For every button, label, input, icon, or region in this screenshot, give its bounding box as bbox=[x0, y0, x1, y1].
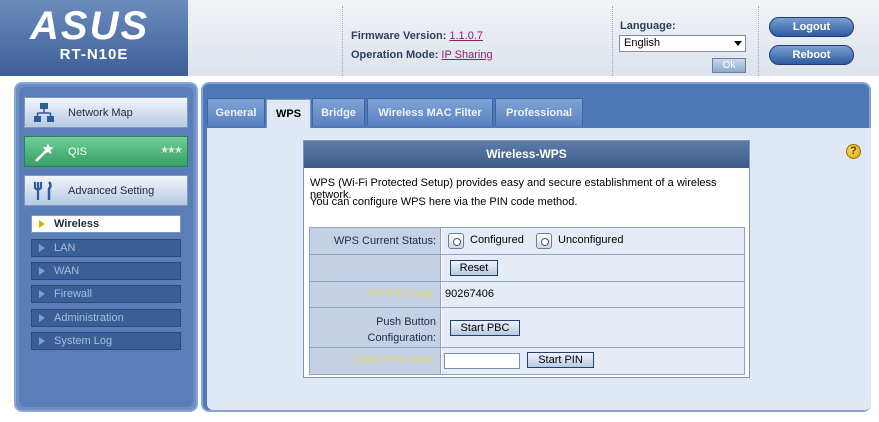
logout-button[interactable]: Logout bbox=[769, 17, 854, 37]
header-divider bbox=[758, 6, 759, 76]
help-icon[interactable]: ? bbox=[846, 144, 861, 159]
router-admin-page: ASUS RT-N10E Firmware Version: 1.1.0.7 Op… bbox=[0, 0, 879, 422]
submenu-label: WAN bbox=[54, 265, 80, 277]
dropdown-arrow-icon bbox=[734, 41, 742, 46]
arrow-right-icon bbox=[39, 267, 45, 275]
submenu-label: Wireless bbox=[54, 218, 100, 230]
push-button-row: Push Button Configuration: Start PBC bbox=[310, 308, 744, 348]
submenu-wan[interactable]: WAN bbox=[31, 262, 181, 280]
client-pin-cell: Start PIN bbox=[442, 348, 744, 374]
menu-label: QIS bbox=[68, 146, 87, 158]
language-ok-button[interactable]: Ok bbox=[712, 58, 746, 73]
submenu-system-log[interactable]: System Log bbox=[31, 332, 181, 350]
arrow-right-icon bbox=[39, 244, 45, 252]
reboot-button[interactable]: Reboot bbox=[769, 45, 854, 65]
firmware-info: Firmware Version: 1.1.0.7 bbox=[351, 30, 483, 42]
operation-mode-label: Operation Mode: bbox=[351, 49, 439, 61]
wps-reset-label-cell bbox=[310, 255, 441, 281]
wps-title: Wireless-WPS bbox=[304, 141, 749, 168]
wps-status-label: WPS Current Status: bbox=[310, 228, 441, 254]
wizard-wand-icon bbox=[35, 143, 54, 162]
configured-label: Configured bbox=[470, 234, 524, 246]
wps-status-value: Configured Unconfigured bbox=[442, 228, 744, 254]
submenu-firewall[interactable]: Firewall bbox=[31, 285, 181, 303]
push-button-cell: Start PBC bbox=[442, 308, 744, 347]
submenu-wireless[interactable]: Wireless bbox=[31, 215, 181, 233]
tab-wps[interactable]: WPS bbox=[266, 99, 311, 128]
ap-pin-label: AP PIN Code: bbox=[367, 288, 436, 300]
menu-qis[interactable]: QIS ★★★ bbox=[24, 136, 188, 167]
ap-pin-label-cell: AP PIN Code: bbox=[310, 282, 441, 307]
language-select[interactable]: English bbox=[619, 35, 746, 52]
firmware-label: Firmware Version: bbox=[351, 30, 447, 42]
client-pin-input[interactable] bbox=[444, 353, 520, 369]
submenu-label: System Log bbox=[54, 335, 113, 347]
push-button-label: Push Button bbox=[376, 316, 436, 328]
submenu-label: Administration bbox=[54, 312, 124, 324]
brand-logo-block: ASUS RT-N10E bbox=[0, 0, 188, 76]
submenu-administration[interactable]: Administration bbox=[31, 309, 181, 327]
menu-label: Network Map bbox=[68, 107, 133, 119]
client-pin-label-cell: Client PIN Code: bbox=[310, 348, 441, 374]
push-button-label-2: Configuration: bbox=[367, 332, 437, 344]
arrow-right-icon bbox=[39, 314, 45, 322]
client-pin-label: Client PIN Code: bbox=[354, 354, 436, 366]
tab-professional[interactable]: Professional bbox=[495, 98, 583, 126]
arrow-right-icon bbox=[39, 337, 45, 345]
unconfigured-status-icon bbox=[536, 233, 552, 249]
menu-label: Advanced Setting bbox=[68, 185, 155, 197]
arrow-right-icon bbox=[39, 220, 45, 228]
start-pbc-button[interactable]: Start PBC bbox=[450, 320, 520, 336]
wps-settings-table: WPS Current Status: Configured Unconfigu… bbox=[309, 227, 745, 375]
tab-general[interactable]: General bbox=[207, 98, 265, 126]
model-name: RT-N10E bbox=[59, 46, 129, 63]
wps-reset-cell: Reset bbox=[442, 255, 744, 281]
client-pin-row: Client PIN Code: Start PIN bbox=[310, 348, 744, 374]
stars-icon: ★★★ bbox=[160, 145, 183, 156]
tab-bridge[interactable]: Bridge bbox=[312, 98, 365, 126]
submenu-lan[interactable]: LAN bbox=[31, 239, 181, 257]
configured-status-icon bbox=[448, 233, 464, 249]
start-pin-button[interactable]: Start PIN bbox=[527, 352, 594, 368]
language-selected-value: English bbox=[624, 37, 661, 49]
menu-network-map[interactable]: Network Map bbox=[24, 97, 188, 128]
tools-icon bbox=[33, 181, 52, 200]
ap-pin-value-cell: 90267406 bbox=[442, 282, 744, 307]
network-map-icon bbox=[34, 103, 54, 122]
asus-logo: ASUS bbox=[30, 4, 150, 48]
tab-wireless-mac-filter[interactable]: Wireless MAC Filter bbox=[367, 98, 493, 126]
firmware-version-link[interactable]: 1.1.0.7 bbox=[449, 30, 483, 42]
language-label: Language: bbox=[620, 20, 676, 32]
ap-pin-value: 90267406 bbox=[445, 288, 494, 300]
wps-reset-row: Reset bbox=[310, 255, 744, 282]
reset-button[interactable]: Reset bbox=[450, 260, 498, 276]
operation-mode-link[interactable]: IP Sharing bbox=[441, 49, 492, 61]
wps-panel: Wireless-WPS WPS (Wi-Fi Protected Setup)… bbox=[303, 140, 750, 378]
operation-mode-info: Operation Mode: IP Sharing bbox=[351, 49, 493, 61]
submenu-label: Firewall bbox=[54, 288, 92, 300]
push-button-label-cell: Push Button Configuration: bbox=[310, 308, 441, 347]
header-divider bbox=[342, 6, 343, 76]
submenu-label: LAN bbox=[54, 242, 76, 254]
wps-status-row: WPS Current Status: Configured Unconfigu… bbox=[310, 228, 744, 255]
header-divider bbox=[612, 6, 613, 76]
arrow-right-icon bbox=[39, 290, 45, 298]
unconfigured-label: Unconfigured bbox=[558, 234, 624, 246]
ap-pin-row: AP PIN Code: 90267406 bbox=[310, 282, 744, 308]
wps-description-method: You can configure WPS here via the PIN c… bbox=[310, 196, 578, 208]
menu-advanced-setting[interactable]: Advanced Setting bbox=[24, 175, 188, 206]
